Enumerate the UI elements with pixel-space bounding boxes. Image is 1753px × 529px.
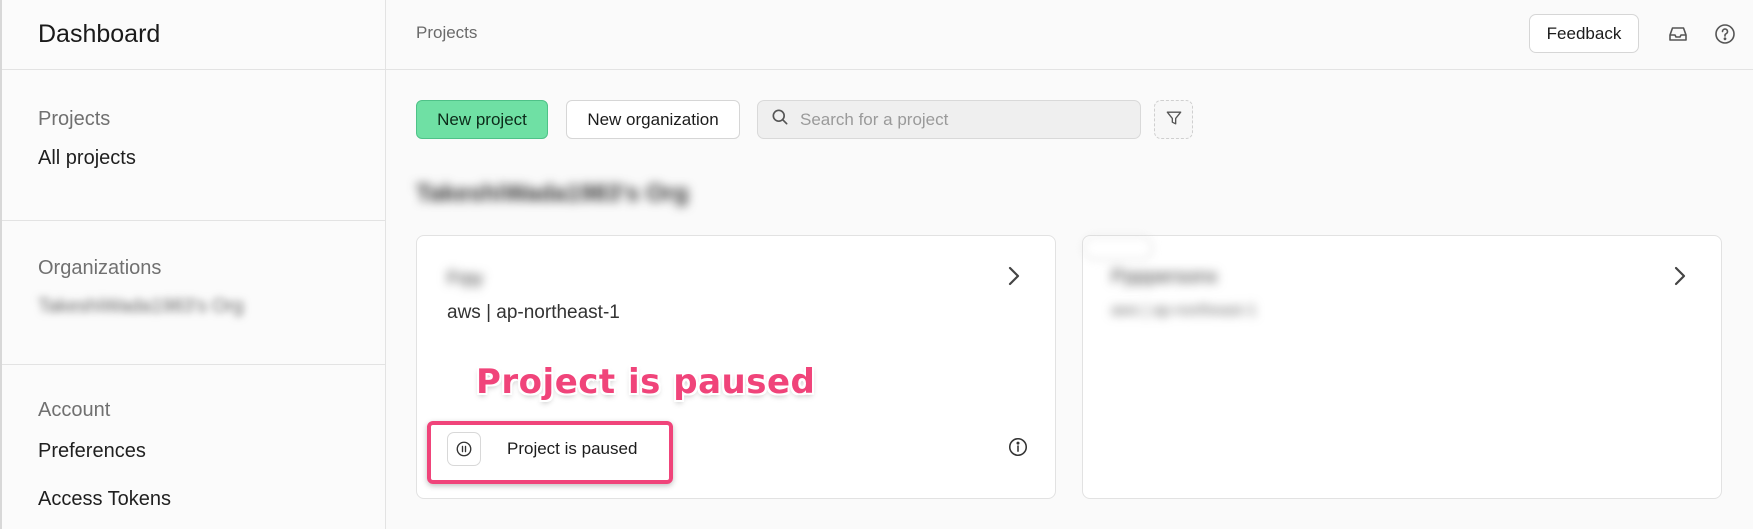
- project-name: Frpy: [447, 268, 483, 288]
- sidebar-section-account: Account Preferences Access Tokens: [2, 365, 385, 523]
- project-region: aws | ap-northeast-1: [1111, 302, 1257, 319]
- sidebar-item-preferences[interactable]: Preferences: [38, 427, 349, 475]
- annotation-highlight-box: [427, 421, 673, 484]
- chevron-right-icon[interactable]: [1667, 264, 1691, 288]
- sidebar-heading-projects: Projects: [38, 108, 111, 130]
- sidebar-item-access-tokens[interactable]: Access Tokens: [38, 475, 349, 523]
- sidebar-title: Dashboard: [38, 20, 161, 48]
- project-region: aws | ap-northeast-1: [447, 302, 620, 323]
- sidebar-section-projects: Projects All projects: [2, 70, 385, 221]
- sidebar-section-organizations: Organizations TakeshiWada1983's Org: [2, 221, 385, 365]
- sidebar-item-all-projects[interactable]: All projects: [38, 134, 349, 182]
- help-icon[interactable]: [1713, 22, 1737, 46]
- organization-name: TakeshiWada1983's Org: [416, 180, 689, 207]
- search-icon: [770, 107, 790, 132]
- filter-button[interactable]: [1154, 100, 1193, 139]
- new-organization-button[interactable]: New organization: [566, 100, 740, 139]
- new-project-button[interactable]: New project: [416, 100, 548, 139]
- topbar: Projects Feedback: [386, 0, 1753, 70]
- breadcrumb[interactable]: Projects: [416, 23, 477, 43]
- project-name: Ppppersonx: [1111, 266, 1218, 288]
- search-input[interactable]: [800, 109, 1140, 130]
- annotation-label: Project is paused: [476, 362, 816, 402]
- sidebar-heading-account: Account: [38, 399, 111, 421]
- feedback-button[interactable]: Feedback: [1529, 14, 1639, 53]
- info-icon[interactable]: [1007, 436, 1029, 458]
- sidebar-heading-organizations: Organizations: [38, 257, 162, 279]
- search-box: [757, 100, 1141, 139]
- filter-icon: [1164, 108, 1184, 131]
- inbox-icon[interactable]: [1666, 22, 1690, 46]
- project-card[interactable]: Ppppersonx aws | ap-northeast-1: [1082, 235, 1722, 499]
- sidebar: Dashboard Projects All projects Organiza…: [2, 0, 386, 529]
- status-badge: [1083, 236, 1153, 260]
- sidebar-item-organization[interactable]: TakeshiWada1983's Org: [38, 283, 349, 331]
- chevron-right-icon[interactable]: [1001, 264, 1025, 288]
- sidebar-header: Dashboard: [2, 0, 385, 70]
